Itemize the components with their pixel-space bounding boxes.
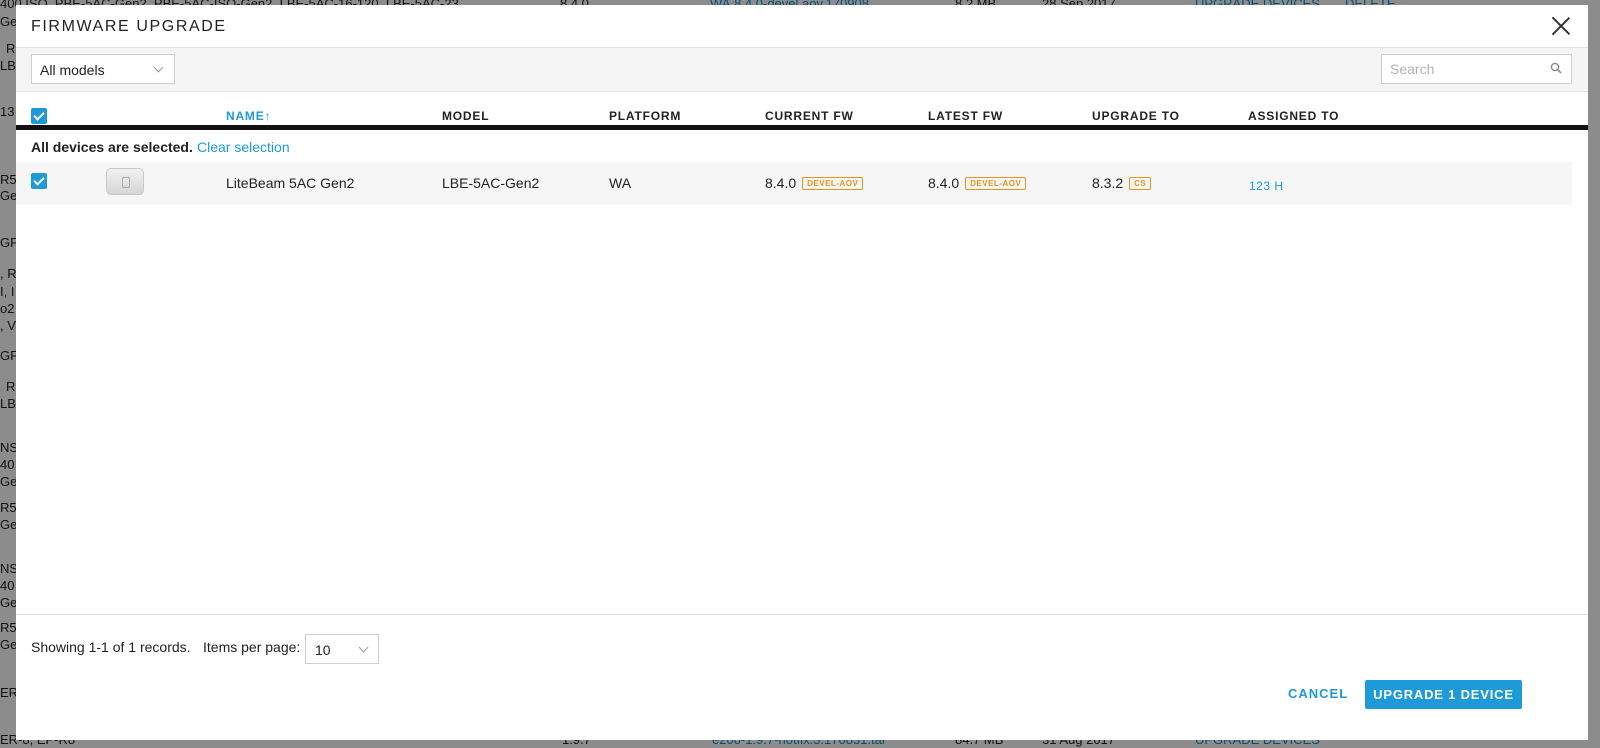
- assigned-to-link[interactable]: 123 H: [1249, 177, 1284, 193]
- column-current-fw[interactable]: CURRENT FW: [765, 109, 854, 123]
- clear-selection-link[interactable]: Clear selection: [197, 139, 290, 155]
- column-name[interactable]: NAME↑: [226, 109, 271, 123]
- upgrade-to-version: 8.3.2: [1092, 175, 1124, 191]
- models-select[interactable]: All models: [31, 54, 175, 84]
- search-icon: [1550, 62, 1562, 74]
- current-fw-cell: 8.4.0 DEVEL-AOV: [765, 175, 864, 191]
- items-per-page-label: Items per page:: [203, 639, 301, 655]
- table-row[interactable]: LiteBeam 5AC Gen2 LBE-5AC-Gen2 WA 8.4.0 D…: [16, 162, 1572, 205]
- dialog-title: FIRMWARE UPGRADE: [31, 18, 227, 35]
- models-select-value: All models: [40, 62, 105, 78]
- assigned-to-label: 123 H: [1249, 179, 1284, 193]
- select-all-checkbox[interactable]: [31, 108, 47, 124]
- device-platform: WA: [609, 175, 632, 191]
- chevron-down-icon: [358, 642, 369, 653]
- column-platform[interactable]: PLATFORM: [609, 109, 681, 123]
- current-fw-badge: DEVEL-AOV: [802, 177, 864, 190]
- column-name-label: NAME: [226, 109, 265, 123]
- items-per-page-select[interactable]: 10: [305, 634, 379, 664]
- latest-fw-cell: 8.4.0 DEVEL-AOV: [928, 175, 1027, 191]
- column-latest-fw[interactable]: LATEST FW: [928, 109, 1003, 123]
- toolbar: All models: [16, 48, 1588, 92]
- search-input[interactable]: [1381, 54, 1572, 84]
- cancel-button[interactable]: CANCEL: [1288, 686, 1348, 701]
- selection-status: All devices are selected.: [31, 139, 193, 155]
- table-header: NAME↑ MODEL PLATFORM CURRENT FW LATEST F…: [16, 106, 1588, 130]
- row-checkbox[interactable]: [31, 173, 47, 189]
- upgrade-to-cell[interactable]: 8.3.2 CS: [1092, 175, 1152, 191]
- device-name: LiteBeam 5AC Gen2: [226, 175, 355, 191]
- current-fw-version: 8.4.0: [765, 175, 797, 191]
- selection-bar: All devices are selected. Clear selectio…: [31, 139, 290, 155]
- firmware-upgrade-dialog: FIRMWARE UPGRADE All models NAME↑ MODEL …: [16, 5, 1588, 740]
- column-assigned-to[interactable]: ASSIGNED TO: [1248, 109, 1339, 123]
- sort-arrow-icon: ↑: [264, 109, 272, 123]
- device-icon: [106, 168, 144, 195]
- chevron-down-icon: [153, 62, 164, 73]
- dialog-header: FIRMWARE UPGRADE: [16, 5, 1588, 48]
- latest-fw-version: 8.4.0: [928, 175, 960, 191]
- column-upgrade-to[interactable]: UPGRADE TO: [1092, 109, 1180, 123]
- upgrade-button[interactable]: UPGRADE 1 DEVICE: [1365, 680, 1522, 709]
- upgrade-to-badge: CS: [1129, 177, 1152, 190]
- close-icon[interactable]: [1550, 15, 1572, 37]
- latest-fw-badge: DEVEL-AOV: [965, 177, 1027, 190]
- records-count: Showing 1-1 of 1 records.: [31, 639, 191, 655]
- dialog-footer: Showing 1-1 of 1 records. Items per page…: [16, 614, 1588, 740]
- device-model: LBE-5AC-Gen2: [442, 175, 540, 191]
- column-model[interactable]: MODEL: [442, 109, 489, 123]
- items-per-page-value: 10: [315, 642, 331, 658]
